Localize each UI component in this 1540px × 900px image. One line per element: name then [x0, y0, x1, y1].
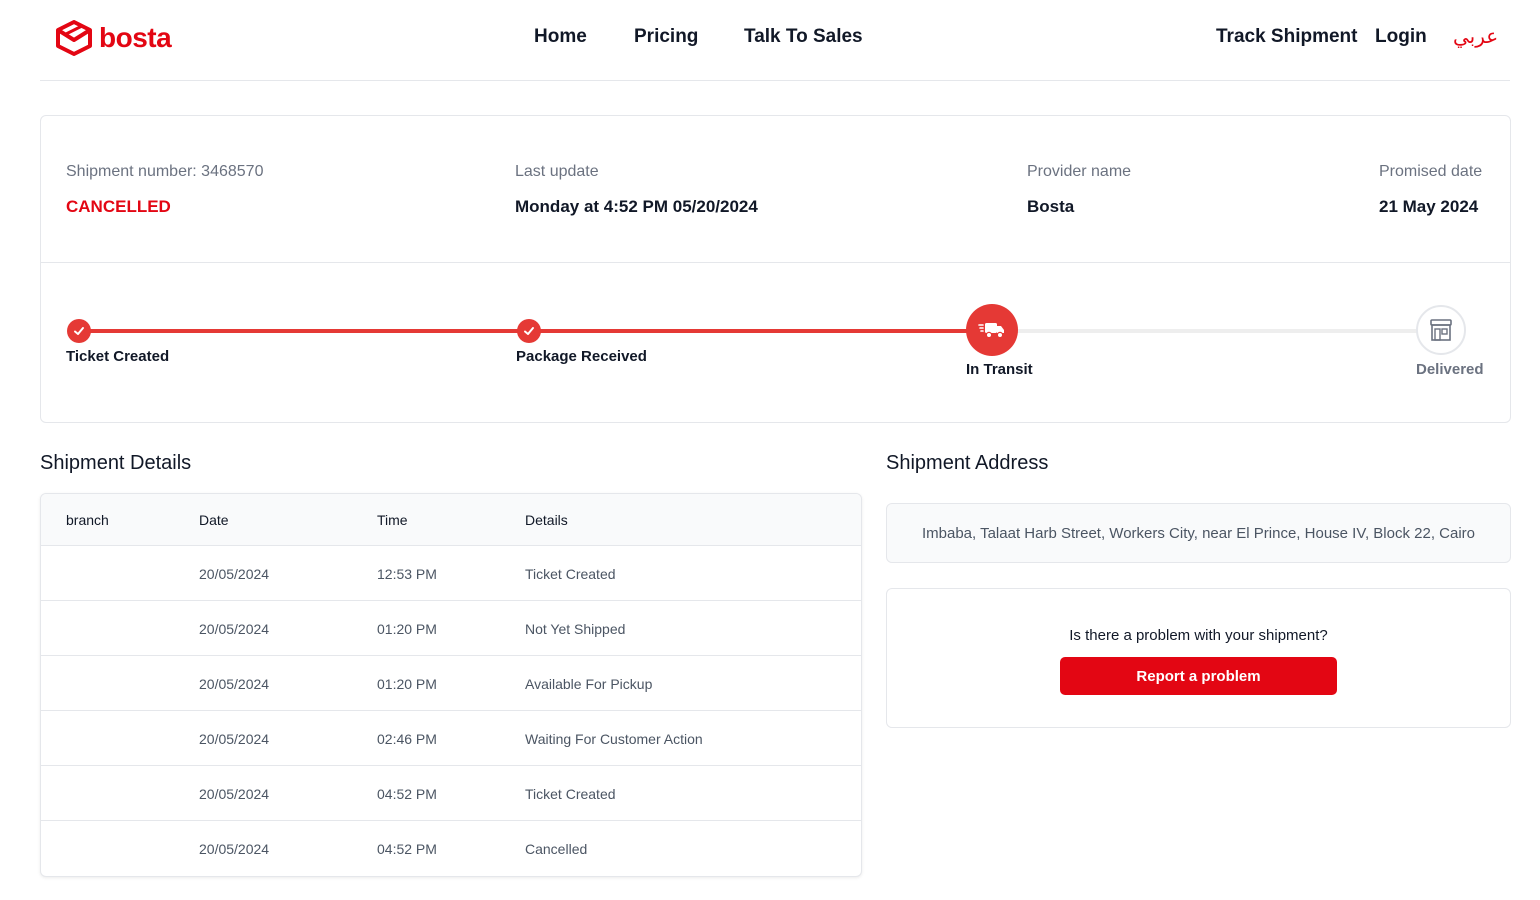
cell-date: 20/05/2024	[199, 566, 270, 582]
promised-date-value: 21 May 2024	[1379, 197, 1479, 216]
language-toggle[interactable]: عربي	[1453, 24, 1498, 49]
cell-date: 20/05/2024	[199, 676, 270, 692]
cell-details: Not Yet Shipped	[525, 621, 626, 637]
shipment-address-title: Shipment Address	[886, 452, 1049, 474]
summary-divider	[41, 262, 1510, 263]
cell-details: Ticket Created	[525, 566, 616, 582]
shipment-details-title: Shipment Details	[40, 452, 192, 474]
top-navbar: bosta Home Pricing Talk To Sales Track S…	[40, 0, 1510, 81]
storefront-icon	[1430, 319, 1452, 341]
step-package-received-label: Package Received	[516, 348, 647, 365]
table-header: branch Date Time Details	[41, 494, 861, 546]
cell-date: 20/05/2024	[199, 841, 270, 857]
provider-value: Bosta	[1027, 197, 1075, 216]
provider-label: Provider name	[1027, 163, 1132, 180]
step-in-transit-label: In Transit	[966, 361, 1033, 378]
cell-time: 04:52 PM	[377, 786, 437, 802]
cell-date: 20/05/2024	[199, 621, 270, 637]
last-update-value: Monday at 4:52 PM 05/20/2024	[515, 197, 758, 216]
nav-track-shipment[interactable]: Track Shipment	[1216, 26, 1358, 48]
promised-date-label: Promised date	[1379, 163, 1483, 180]
nav-pricing[interactable]: Pricing	[634, 26, 698, 48]
delivery-truck-icon	[978, 323, 1004, 339]
cell-date: 20/05/2024	[199, 731, 270, 747]
shipment-address-text: Imbaba, Talaat Harb Street, Workers City…	[921, 524, 1476, 542]
bosta-logo[interactable]: bosta	[55, 20, 172, 56]
report-problem-card: Is there a problem with your shipment? R…	[886, 588, 1511, 728]
shipment-number: Shipment number: 3468570	[66, 163, 264, 180]
check-icon	[524, 327, 534, 335]
step-ticket-created-dot	[67, 319, 91, 343]
column-header-details: Details	[525, 512, 568, 528]
last-update-label: Last update	[515, 163, 599, 180]
shipment-summary-card: Shipment number: 3468570 CANCELLED Last …	[40, 115, 1511, 423]
table-row: 20/05/2024 12:53 PM Ticket Created	[41, 546, 861, 601]
step-delivered-label: Delivered	[1416, 361, 1484, 378]
table-row: 20/05/2024 01:20 PM Available For Pickup	[41, 656, 861, 711]
cell-details: Cancelled	[525, 841, 588, 857]
problem-question: Is there a problem with your shipment?	[1069, 627, 1328, 644]
cell-date: 20/05/2024	[199, 786, 270, 802]
shipment-details-table: branch Date Time Details 20/05/2024 12:5…	[40, 493, 862, 877]
cell-time: 02:46 PM	[377, 731, 437, 747]
table-row: 20/05/2024 04:52 PM Cancelled	[41, 821, 861, 876]
shipment-status: CANCELLED	[66, 197, 171, 216]
cell-time: 04:52 PM	[377, 841, 437, 857]
column-header-date: Date	[199, 512, 229, 528]
step-ticket-created-label: Ticket Created	[66, 348, 170, 365]
step-in-transit-dot	[966, 304, 1018, 356]
cell-details: Waiting For Customer Action	[525, 731, 703, 747]
nav-home[interactable]: Home	[534, 26, 587, 48]
nav-talk-to-sales[interactable]: Talk To Sales	[744, 26, 863, 48]
cell-details: Available For Pickup	[525, 676, 653, 692]
table-row: 20/05/2024 04:52 PM Ticket Created	[41, 766, 861, 821]
bosta-logo-icon	[56, 20, 92, 56]
cell-details: Ticket Created	[525, 786, 616, 802]
step-delivered-dot	[1416, 305, 1466, 355]
shipment-address-card: Imbaba, Talaat Harb Street, Workers City…	[886, 503, 1511, 563]
table-row: 20/05/2024 02:46 PM Waiting For Customer…	[41, 711, 861, 766]
column-header-branch: branch	[66, 512, 109, 528]
table-row: 20/05/2024 01:20 PM Not Yet Shipped	[41, 601, 861, 656]
nav-login[interactable]: Login	[1375, 26, 1427, 48]
step-package-received-dot	[517, 319, 541, 343]
check-icon	[74, 327, 84, 335]
logo-wordmark: bosta	[99, 22, 172, 53]
report-problem-button[interactable]: Report a problem	[1060, 657, 1337, 695]
cell-time: 01:20 PM	[377, 676, 437, 692]
cell-time: 12:53 PM	[377, 566, 437, 582]
cell-time: 01:20 PM	[377, 621, 437, 637]
column-header-time: Time	[377, 512, 408, 528]
